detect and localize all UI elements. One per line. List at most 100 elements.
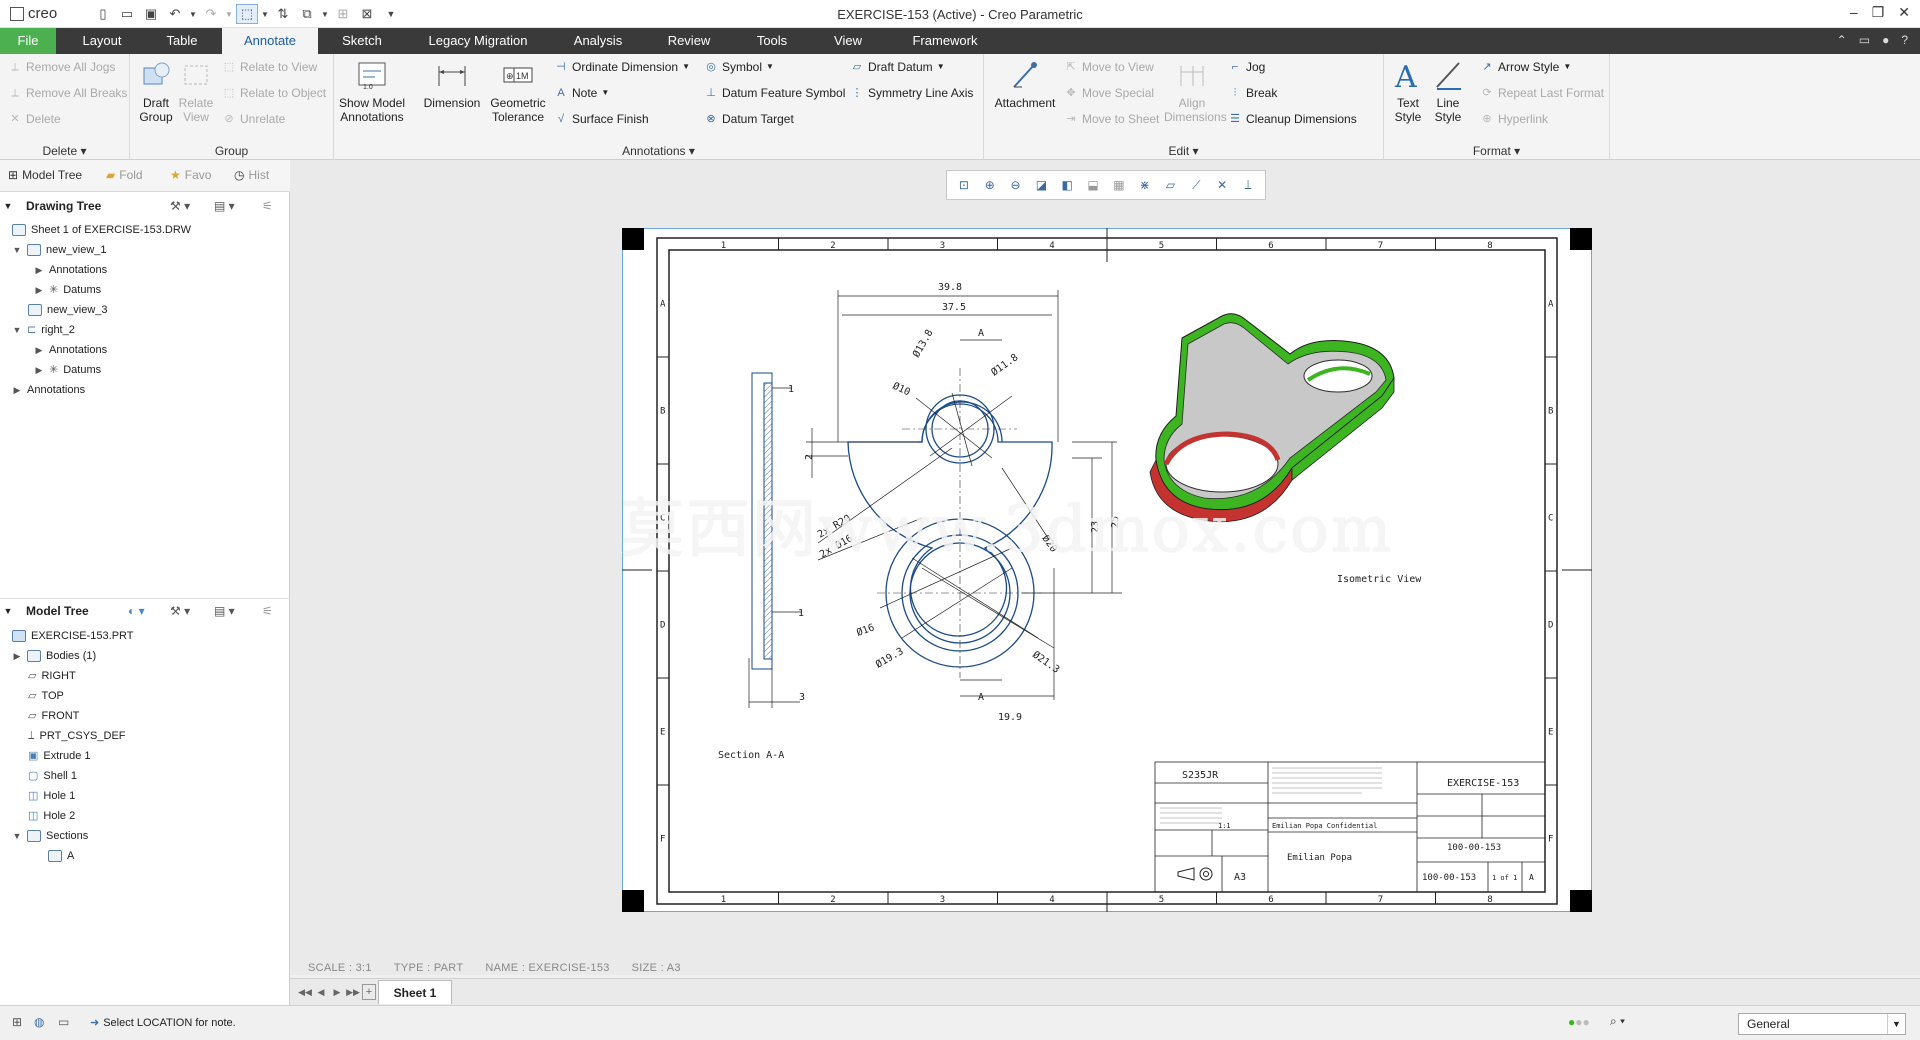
tree-filter-icon[interactable]: ⚟ bbox=[262, 199, 273, 213]
tb-drawing-number[interactable]: 100-00-153 bbox=[1447, 843, 1501, 853]
tree-item-datums[interactable]: ▶ ✳ Datums bbox=[34, 360, 102, 380]
delete-group-label[interactable]: Delete ▾ bbox=[0, 144, 129, 158]
dim-text[interactable]: 25 bbox=[1110, 516, 1121, 528]
geometric-tolerance-button[interactable]: ⊕ 1M Geometric Tolerance bbox=[486, 58, 550, 124]
arrow-style-button[interactable]: ↗ Arrow Style ▼ bbox=[1480, 56, 1571, 78]
select-dropdown-icon[interactable]: ▼ bbox=[260, 4, 270, 24]
section-label-a[interactable]: A bbox=[978, 692, 984, 703]
tb-revision[interactable]: A bbox=[1529, 873, 1534, 882]
collapse-icon[interactable]: ▼ bbox=[0, 201, 16, 211]
line-style-button[interactable]: Line Style bbox=[1428, 58, 1468, 124]
tab-framework[interactable]: Framework bbox=[896, 28, 994, 54]
dim-text[interactable]: 39.8 bbox=[938, 282, 962, 293]
move-to-view-button[interactable]: ⇱ Move to View bbox=[1064, 56, 1153, 78]
next-sheet-icon[interactable]: ▶ bbox=[330, 984, 344, 1000]
view-manager-icon[interactable]: ▦ bbox=[1109, 175, 1129, 195]
break-button[interactable]: ⫶ Break bbox=[1228, 82, 1278, 104]
tree-item-section-a[interactable]: A bbox=[48, 846, 74, 866]
tree-item-hole-2[interactable]: ◫ Hole 2 bbox=[28, 806, 75, 826]
select-box-icon[interactable]: ⬚ bbox=[236, 4, 258, 24]
dim-text[interactable]: 1 bbox=[788, 384, 794, 395]
tab-layout[interactable]: Layout bbox=[70, 28, 134, 54]
find-icon[interactable]: ⌕ ▾ bbox=[1610, 1014, 1625, 1029]
navigator-toggle-icon[interactable]: ⊞ bbox=[12, 1015, 22, 1029]
windows-dropdown-icon[interactable]: ▼ bbox=[320, 4, 330, 24]
repaint-icon[interactable]: ◪ bbox=[1031, 175, 1051, 195]
dim-text[interactable]: 23 bbox=[1090, 521, 1101, 533]
display-style-icon[interactable]: ◧ bbox=[1057, 175, 1077, 195]
windows-icon[interactable]: ⧉ bbox=[296, 4, 318, 24]
tab-legacy-migration[interactable]: Legacy Migration bbox=[414, 28, 542, 54]
delete-button[interactable]: ✕ Delete bbox=[8, 108, 60, 130]
tab-table[interactable]: Table bbox=[150, 28, 214, 54]
tree-item-new-view-1[interactable]: ▼ new_view_1 bbox=[12, 240, 107, 260]
tree-item-right-plane[interactable]: ▱ RIGHT bbox=[28, 666, 76, 686]
user-icon[interactable]: ● bbox=[1882, 33, 1889, 47]
draft-datum-button[interactable]: ▱ Draft Datum ▼ bbox=[850, 56, 945, 78]
dim-text[interactable]: 3 bbox=[799, 692, 805, 703]
dim-text[interactable]: 19.9 bbox=[998, 712, 1022, 723]
tree-item-sections[interactable]: ▼ Sections bbox=[12, 826, 88, 846]
section-view-label[interactable]: Section A-A bbox=[718, 750, 784, 761]
zoom-out-icon[interactable]: ⊖ bbox=[1006, 175, 1026, 195]
last-sheet-icon[interactable]: ▶▶ bbox=[346, 984, 360, 1000]
move-to-sheet-button[interactable]: ⇥ Move to Sheet bbox=[1064, 108, 1159, 130]
isometric-view-label[interactable]: Isometric View bbox=[1337, 574, 1422, 585]
dim-text[interactable]: 1 bbox=[798, 608, 804, 619]
undo-dropdown-icon[interactable]: ▼ bbox=[188, 4, 198, 24]
remove-all-jogs-button[interactable]: ⟂ Remove All Jogs bbox=[8, 56, 115, 78]
collapse-icon[interactable]: ▼ bbox=[0, 606, 16, 616]
tree-item-sheet[interactable]: Sheet 1 of EXERCISE-153.DRW bbox=[12, 220, 191, 240]
drawing-sheet[interactable]: 1122334455667788 A AB BC CD DE EF F 39.8… bbox=[622, 228, 1592, 912]
dim-text[interactable]: 2 bbox=[804, 454, 815, 460]
datum-display-icon[interactable]: ⋇ bbox=[1135, 175, 1155, 195]
tree-item-annotations[interactable]: ▶ Annotations bbox=[12, 380, 86, 400]
section-label-a[interactable]: A bbox=[978, 328, 984, 339]
cancel-icon[interactable]: ⊠ bbox=[356, 4, 378, 24]
prev-sheet-icon[interactable]: ◀ bbox=[314, 984, 328, 1000]
tb-sheet[interactable]: 1 of 1 bbox=[1492, 874, 1517, 882]
refit-icon[interactable]: ⊡ bbox=[954, 175, 974, 195]
tb-author[interactable]: Emilian Popa bbox=[1287, 853, 1352, 863]
window-tile-icon[interactable]: ▭ bbox=[1859, 33, 1870, 47]
tree-show-icon[interactable]: ▤ ▾ bbox=[214, 199, 235, 213]
nav-tab-folder[interactable]: ▰ Fold bbox=[106, 168, 143, 182]
remove-all-breaks-button[interactable]: ⟂ Remove All Breaks bbox=[8, 82, 127, 104]
first-sheet-icon[interactable]: ◀◀ bbox=[298, 984, 312, 1000]
model-display-icon[interactable]: ◐ ▾ bbox=[128, 604, 145, 618]
tree-item-part[interactable]: EXERCISE-153.PRT bbox=[12, 626, 134, 646]
selection-filter[interactable]: General ▼ bbox=[1738, 1013, 1906, 1035]
jog-button[interactable]: ⌐ Jog bbox=[1228, 56, 1266, 78]
tree-item-annotations[interactable]: ▶ Annotations bbox=[34, 340, 108, 360]
browser-toggle-icon[interactable]: ◍ bbox=[34, 1015, 44, 1029]
edit-group-label[interactable]: Edit ▾ bbox=[984, 144, 1383, 158]
relate-to-view-button[interactable]: ⬚ Relate to View bbox=[222, 56, 317, 78]
tree-item-hole-1[interactable]: ◫ Hole 1 bbox=[28, 786, 75, 806]
cleanup-dimensions-button[interactable]: ☰ Cleanup Dimensions bbox=[1228, 108, 1357, 130]
undo-icon[interactable]: ↶ bbox=[164, 4, 186, 24]
unrelate-button[interactable]: ⊘ Unrelate bbox=[222, 108, 285, 130]
nav-tab-history[interactable]: ◷ Hist bbox=[234, 168, 269, 182]
align-dimensions-button[interactable]: Align Dimensions bbox=[1164, 58, 1227, 124]
tree-item-top-plane[interactable]: ▱ TOP bbox=[28, 686, 64, 706]
tb-drawing-name[interactable]: EXERCISE-153 bbox=[1447, 778, 1519, 789]
maximize-icon[interactable]: ❐ bbox=[1872, 4, 1885, 21]
tree-item-csys[interactable]: ⟘ PRT_CSYS_DEF bbox=[28, 726, 126, 746]
axis-display-icon[interactable]: ⟋ bbox=[1186, 175, 1206, 195]
tab-file[interactable]: File bbox=[0, 28, 56, 54]
new-file-icon[interactable]: ▯ bbox=[92, 4, 114, 24]
add-sheet-icon[interactable]: + bbox=[362, 984, 376, 1000]
help-icon[interactable]: ? bbox=[1901, 33, 1908, 47]
hyperlink-button[interactable]: ⊕ Hyperlink bbox=[1480, 108, 1548, 130]
collapse-ribbon-icon[interactable]: ⌃ bbox=[1837, 33, 1847, 47]
fullscreen-icon[interactable]: ▭ bbox=[58, 1015, 69, 1029]
customize-qat-icon[interactable]: ▼ bbox=[380, 4, 402, 24]
point-display-icon[interactable]: ✕ bbox=[1212, 175, 1232, 195]
close-icon[interactable]: ✕ bbox=[1898, 4, 1910, 21]
draft-group-button[interactable]: Draft Group bbox=[136, 58, 176, 124]
tree-item-right-2[interactable]: ▼ ⊏ right_2 bbox=[12, 320, 75, 340]
open-folder-icon[interactable]: ▭ bbox=[116, 4, 138, 24]
tab-sketch[interactable]: Sketch bbox=[330, 28, 394, 54]
zoom-in-icon[interactable]: ⊕ bbox=[980, 175, 1000, 195]
text-style-button[interactable]: A Text Style bbox=[1388, 58, 1428, 124]
